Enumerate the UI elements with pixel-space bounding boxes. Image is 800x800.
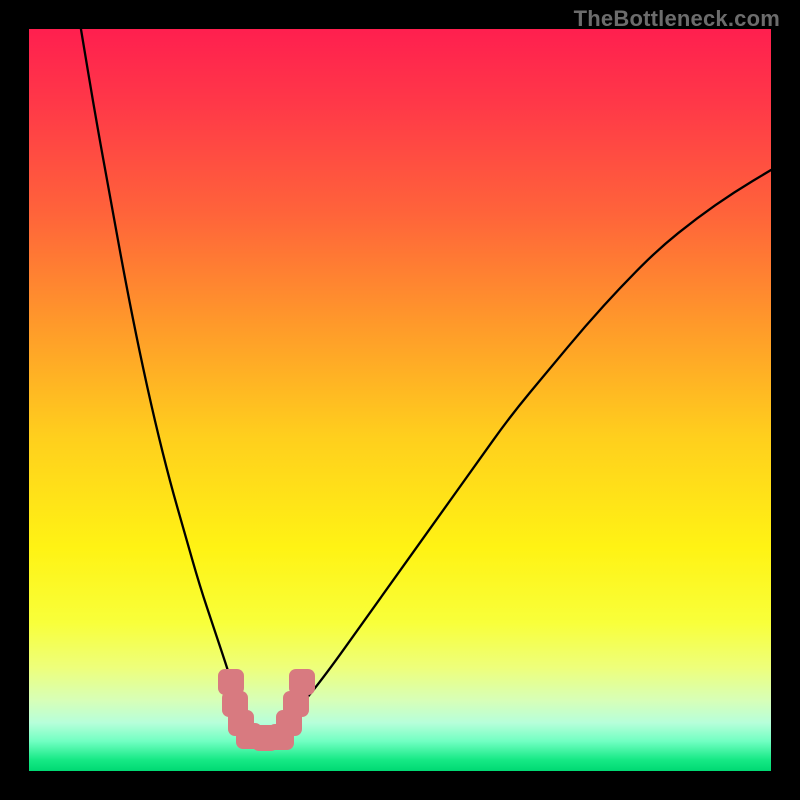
ideal-marker bbox=[283, 691, 309, 717]
ideal-marker bbox=[289, 669, 315, 695]
plot-area bbox=[29, 29, 771, 771]
chart-stage: TheBottleneck.com bbox=[0, 0, 800, 800]
bottleneck-curve bbox=[29, 29, 771, 771]
